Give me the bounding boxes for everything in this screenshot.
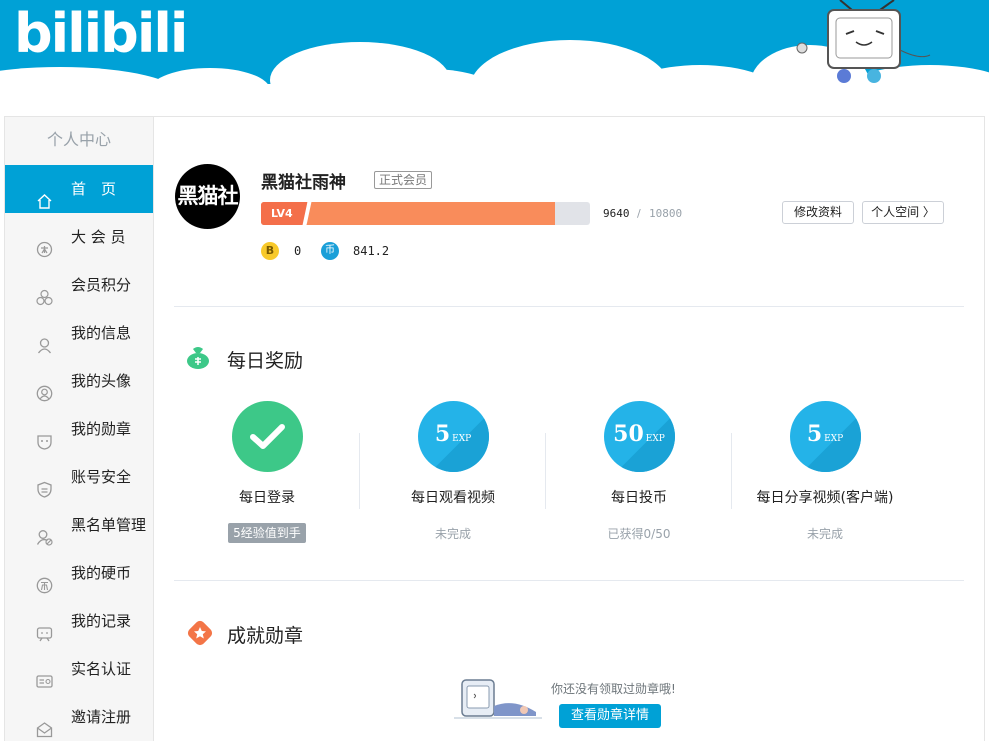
sidebar-item-label: 我的硬币 bbox=[71, 564, 132, 582]
exp-badge: 5 EXP bbox=[417, 401, 489, 472]
record-icon bbox=[36, 613, 53, 642]
divider bbox=[174, 306, 964, 307]
blacklist-icon bbox=[36, 517, 53, 546]
check-icon bbox=[231, 401, 303, 472]
star-medal-icon bbox=[187, 620, 213, 646]
sidebar-item-records[interactable]: 我的记录 bbox=[5, 597, 153, 645]
shield-icon bbox=[36, 469, 53, 498]
reward-watch-video: 5 EXP 每日观看视频 未完成 bbox=[360, 401, 546, 542]
medal-icon bbox=[36, 421, 53, 450]
medals-title: 成就勋章 bbox=[227, 625, 304, 647]
sidebar-item-vip[interactable]: 大 会 员 bbox=[5, 213, 153, 261]
sidebar-item-points[interactable]: 会员积分 bbox=[5, 261, 153, 309]
home-icon bbox=[36, 181, 53, 209]
exp-unit: EXP bbox=[645, 434, 665, 444]
reward-status: 未完成 bbox=[434, 527, 471, 541]
exp-amount: 50 bbox=[613, 421, 644, 447]
top-banner: bilibili bbox=[0, 0, 989, 84]
sidebar: 个人中心 首 页 大 会 员 会员积分 我的信息 我的头像 我的勋章 账号安全 … bbox=[4, 116, 154, 741]
sidebar-item-blacklist[interactable]: 黑名单管理 bbox=[5, 501, 153, 549]
reward-status: 5经验值到手 bbox=[228, 523, 306, 543]
reward-name: 每日登录 bbox=[239, 490, 295, 506]
vip-icon bbox=[36, 229, 53, 258]
tv-mascot-icon bbox=[796, 0, 931, 83]
sidebar-item-security[interactable]: 账号安全 bbox=[5, 453, 153, 501]
sidebar-item-invite[interactable]: 邀请注册 bbox=[5, 693, 153, 741]
main-panel: 黑猫社 黑猫社雨神 正式会员 LV4 9640 / 10800 修改资料 个人空… bbox=[154, 116, 985, 741]
coin-icon bbox=[36, 565, 53, 594]
coin-icon: 币 bbox=[321, 242, 339, 260]
sidebar-item-medals[interactable]: 我的勋章 bbox=[5, 405, 153, 453]
coin-balance: 841.2 bbox=[353, 244, 390, 258]
reward-status: 未完成 bbox=[806, 527, 843, 541]
bilibili-logo[interactable]: bilibili bbox=[14, 2, 188, 72]
sidebar-item-coins[interactable]: 我的硬币 bbox=[5, 549, 153, 597]
sidebar-item-label: 首 页 bbox=[71, 180, 117, 198]
exp-current: 9640 bbox=[603, 207, 630, 220]
sidebar-item-label: 实名认证 bbox=[71, 660, 132, 678]
reward-daily-login: 每日登录 5经验值到手 bbox=[174, 401, 360, 543]
exp-separator: / bbox=[637, 207, 641, 220]
member-badge: 正式会员 bbox=[374, 171, 433, 189]
b-coin-balance: 0 bbox=[294, 244, 302, 258]
exp-amount: 5 bbox=[434, 421, 451, 447]
id-card-icon bbox=[36, 661, 53, 688]
invite-icon bbox=[36, 709, 53, 738]
sidebar-item-label: 我的头像 bbox=[71, 372, 132, 390]
sidebar-item-avatar[interactable]: 我的头像 bbox=[5, 357, 153, 405]
empty-tv-icon bbox=[454, 679, 542, 719]
sidebar-item-label: 黑名单管理 bbox=[71, 516, 147, 534]
sidebar-item-label: 邀请注册 bbox=[71, 708, 132, 726]
level-tag: LV4 bbox=[261, 202, 307, 225]
money-bag-icon bbox=[187, 347, 209, 369]
points-icon bbox=[36, 277, 53, 306]
reward-name: 每日分享视频(客户端) bbox=[756, 490, 894, 506]
user-info-icon bbox=[36, 325, 53, 354]
divider bbox=[174, 580, 964, 581]
exp-max: 10800 bbox=[649, 207, 683, 220]
exp-amount: 5 bbox=[806, 421, 823, 447]
sidebar-item-realname[interactable]: 实名认证 bbox=[5, 645, 153, 693]
sidebar-item-info[interactable]: 我的信息 bbox=[5, 309, 153, 357]
daily-rewards-title: 每日奖励 bbox=[227, 350, 304, 372]
sidebar-item-label: 我的信息 bbox=[71, 324, 132, 342]
exp-unit: EXP bbox=[824, 434, 844, 444]
avatar[interactable]: 黑猫社 bbox=[175, 164, 240, 229]
sidebar-item-label: 大 会 员 bbox=[71, 228, 126, 246]
sidebar-item-label: 会员积分 bbox=[71, 276, 132, 294]
level-progress-bar: LV4 bbox=[261, 202, 590, 225]
reward-name: 每日投币 bbox=[611, 490, 667, 506]
avatar-icon bbox=[36, 373, 53, 402]
reward-status: 已获得0/50 bbox=[607, 527, 671, 541]
b-coin-icon: B bbox=[261, 242, 279, 260]
sidebar-title: 个人中心 bbox=[46, 130, 111, 149]
sidebar-item-label: 账号安全 bbox=[71, 468, 132, 486]
reward-share-video: 5 EXP 每日分享视频(客户端) 未完成 bbox=[732, 401, 918, 542]
sidebar-item-label: 我的勋章 bbox=[71, 420, 132, 438]
sidebar-item-label: 我的记录 bbox=[71, 612, 132, 630]
sidebar-item-home[interactable]: 首 页 bbox=[5, 165, 153, 213]
reward-coin: 50 EXP 每日投币 已获得0/50 bbox=[546, 401, 732, 542]
exp-badge: 5 EXP bbox=[789, 401, 861, 472]
edit-profile-button[interactable]: 修改资料 bbox=[782, 201, 854, 224]
username: 黑猫社雨神 bbox=[261, 173, 346, 193]
exp-unit: EXP bbox=[452, 434, 472, 444]
empty-medals-text: 你还没有领取过勋章哦! bbox=[551, 682, 676, 696]
reward-name: 每日观看视频 bbox=[411, 490, 495, 506]
exp-badge: 50 EXP bbox=[603, 401, 675, 472]
view-medals-button[interactable]: 查看勋章详情 bbox=[559, 704, 661, 728]
personal-space-button[interactable]: 个人空间 〉 bbox=[862, 201, 944, 224]
